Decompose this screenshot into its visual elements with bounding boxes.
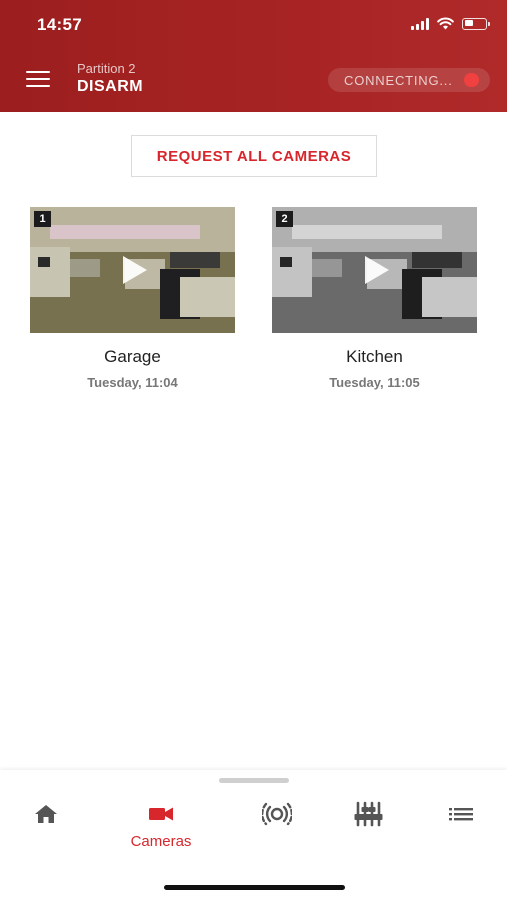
partition-state[interactable]: DISARM (77, 78, 143, 96)
play-icon[interactable] (363, 255, 391, 285)
tab-cameras[interactable]: Cameras (116, 798, 206, 858)
list-icon (449, 808, 473, 821)
camera-name: Garage (104, 347, 161, 366)
partition-label: Partition 2 (77, 61, 136, 76)
connection-status-pill[interactable]: CONNECTING... (328, 68, 490, 92)
tab-more[interactable] (416, 798, 506, 858)
drawer-grab-handle[interactable] (219, 778, 289, 783)
camera-number-badge: 2 (276, 211, 293, 227)
status-bar-time: 14:57 (37, 15, 82, 34)
connection-status-dot (464, 73, 479, 87)
bottom-nav-bar: Cameras (0, 770, 507, 900)
camera-timestamp: Tuesday, 11:04 (87, 375, 178, 390)
camera-card-kitchen[interactable]: 2 Kitchen Tuesday, 11:05 (272, 207, 477, 390)
camera-timestamp: Tuesday, 11:05 (329, 375, 420, 390)
cameras-screen: 14:57 Partition 2 DISARM CONNECTING... R… (0, 0, 507, 900)
tab-cameras-label: Cameras (130, 833, 192, 850)
tab-home[interactable] (1, 798, 91, 858)
home-indicator[interactable] (164, 885, 345, 890)
sensor-icon (262, 802, 292, 826)
tab-sensors[interactable] (232, 798, 322, 858)
video-camera-icon (149, 807, 173, 821)
camera-thumbnail[interactable]: 1 (30, 207, 235, 333)
connection-status-text: CONNECTING... (344, 72, 453, 88)
cellular-signal-icon (411, 17, 429, 30)
battery-icon (462, 17, 490, 30)
app-header: 14:57 Partition 2 DISARM CONNECTING... (0, 0, 507, 112)
menu-button[interactable] (26, 71, 52, 89)
camera-number-badge: 1 (34, 211, 51, 227)
camera-thumbnail[interactable]: 2 (272, 207, 477, 333)
wifi-icon (437, 17, 454, 30)
request-all-cameras-button[interactable]: REQUEST ALL CAMERAS (131, 135, 377, 177)
tab-devices[interactable] (323, 798, 413, 858)
camera-name: Kitchen (346, 347, 403, 366)
play-icon[interactable] (121, 255, 149, 285)
sliders-icon (354, 801, 383, 827)
camera-card-garage[interactable]: 1 Garage Tuesday, 11:04 (30, 207, 235, 390)
home-icon (35, 805, 57, 823)
status-bar-icons (411, 17, 490, 30)
